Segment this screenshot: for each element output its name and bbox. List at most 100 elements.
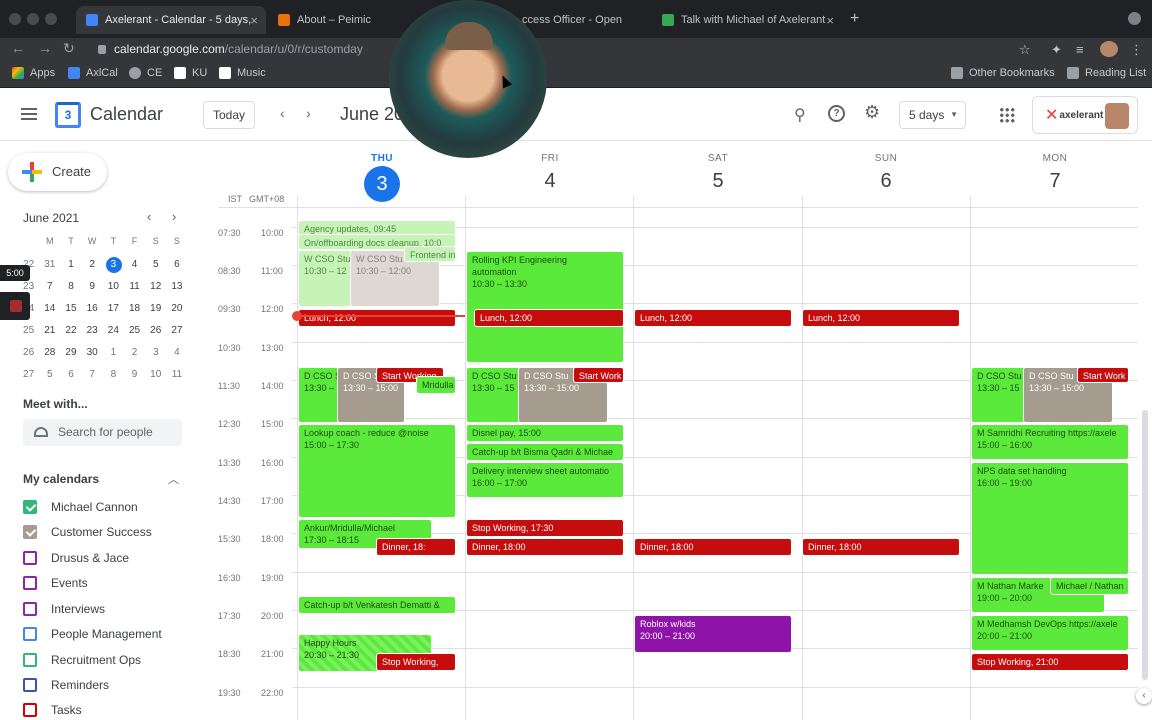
my-calendars-title[interactable]: My calendars [23,472,99,486]
event-fri-d-cso-1[interactable]: D CSO Stu 13:30 – 15 [466,367,522,423]
mini-day[interactable]: 8 [60,276,81,298]
mini-day[interactable]: 21 [39,320,60,342]
event-roblox[interactable]: Roblox w/kids 20:00 – 21:00 [634,615,792,653]
calendar-item-michael-cannon[interactable]: Michael Cannon [23,497,138,517]
event-lunch-sat[interactable]: Lunch, 12:00 [634,309,792,327]
previous-period-chevron-icon[interactable]: ‹ [280,105,285,121]
event-stop-working-fri[interactable]: Stop Working, 17:30 [466,519,624,537]
window-zoom-dot[interactable] [45,13,57,25]
day-header-sun[interactable]: SUN 6 [802,153,970,193]
mini-day[interactable]: 10 [145,364,166,386]
mini-day[interactable]: 22 [60,320,81,342]
mini-day[interactable]: 23 [82,320,103,342]
mini-day[interactable]: 5 [39,364,60,386]
mini-day[interactable]: 28 [39,342,60,364]
settings-gear-icon[interactable]: ⚙ [864,102,880,123]
mini-day[interactable]: 5 [145,254,166,276]
mini-day[interactable]: 2 [124,342,145,364]
event-d-cso-1[interactable]: D CSO S 13:30 – [298,367,342,423]
profile-avatar[interactable] [1100,41,1118,57]
mini-day[interactable]: 11 [166,364,187,386]
event-medhamsh-devops[interactable]: M Medhamsh DevOps https://axele 20:00 – 2… [971,615,1129,651]
checkbox-checked-icon[interactable] [23,525,37,539]
mini-day[interactable]: 17 [103,298,124,320]
mini-day[interactable]: 1 [103,342,124,364]
event-w-cso-1[interactable]: W CSO Stu 10:30 – 12 [298,250,352,307]
event-michael-nathan[interactable]: Michael / Nathan [1050,577,1129,595]
mini-day[interactable]: 19 [145,298,166,320]
tab-access-officer[interactable]: ccess Officer - Open [512,6,652,34]
today-button[interactable]: Today [203,101,255,129]
checkbox-unchecked-icon[interactable] [23,602,37,616]
event-samridhi-recruiting[interactable]: M Samridhi Recruiting https://axele 15:00… [971,424,1129,460]
mini-prev-month-chevron-icon[interactable]: ‹ [147,209,151,224]
event-lunch-thu[interactable]: Lunch, 12:00 [298,309,456,327]
search-icon[interactable]: ⚲ [794,105,806,125]
calendar-item-interviews[interactable]: Interviews [23,599,105,619]
grid-scrollbar[interactable] [1142,410,1148,680]
main-menu-icon[interactable] [21,108,37,120]
mini-day[interactable]: 6 [166,254,187,276]
event-rolling-kpi[interactable]: Rolling KPI Engineering automation 10:30 –… [466,251,624,363]
side-record-icon[interactable] [0,292,30,320]
checkbox-unchecked-icon[interactable] [23,678,37,692]
checkbox-unchecked-icon[interactable] [23,551,37,565]
tab-about-peimic[interactable]: About – Peimic [268,6,388,34]
event-lookup-coach[interactable]: Lookup coach - reduce @noise 15:00 – 17:3… [298,424,456,518]
view-switcher-button[interactable]: 5 days ▼ [899,101,966,129]
event-fri-start-working[interactable]: Start Work [573,367,624,383]
mini-day[interactable]: 31 [39,254,60,276]
day-header-sat[interactable]: SAT 5 [634,153,802,193]
mini-day[interactable]: 1 [60,254,81,276]
bookmark-apps[interactable]: Apps [12,67,55,79]
tab-search-icon[interactable] [1128,12,1141,25]
create-button[interactable]: Create [8,153,107,191]
mini-next-month-chevron-icon[interactable]: › [172,209,176,224]
event-disnel-pay[interactable]: Disnel pay, 15:00 [466,424,624,442]
forward-arrow-icon[interactable]: → [38,40,52,56]
address-bar[interactable]: calendar.google.com/calendar/u/0/r/custo… [88,38,1038,60]
mini-day[interactable]: 24 [103,320,124,342]
tab-calendar[interactable]: Axelerant - Calendar - 5 days, × [76,6,266,34]
event-mon-start-working[interactable]: Start Work [1077,367,1129,383]
tab-talk-with-michael[interactable]: Talk with Michael of Axelerant × [652,6,842,34]
mini-day[interactable]: 15 [60,298,81,320]
mini-day[interactable]: 4 [166,342,187,364]
bookmark-other[interactable]: Other Bookmarks [951,67,1055,79]
event-stop-working-thu[interactable]: Stop Working, [376,653,456,671]
event-mridulla[interactable]: Mridulla [416,376,456,394]
event-catchup-venkatesh[interactable]: Catch-up b/t Venkatesh Dematti & [298,596,456,614]
bookmark-star-icon[interactable]: ☆ [1019,42,1031,58]
tab-close-icon[interactable]: × [250,13,258,28]
back-arrow-icon[interactable]: ← [11,40,25,56]
mini-day[interactable]: 29 [60,342,81,364]
account-brand-badge[interactable]: ✕ axelerant [1032,96,1138,134]
mini-day-selected[interactable]: 3 [103,254,124,276]
mini-day[interactable]: 25 [124,320,145,342]
new-tab-plus-icon[interactable]: + [850,10,859,28]
reload-icon[interactable]: ↻ [63,40,75,57]
mini-day[interactable]: 13 [166,276,187,298]
calendar-item-drusus-jace[interactable]: Drusus & Jace [23,548,129,568]
help-icon[interactable]: ? [828,105,845,122]
mini-day[interactable]: 3 [145,342,166,364]
event-lunch-sun[interactable]: Lunch, 12:00 [802,309,960,327]
search-people-input[interactable]: Search for people [23,419,182,446]
event-catchup-bisma[interactable]: Catch-up b/t Bisma Qadri & Michae [466,443,624,461]
mini-day[interactable]: 7 [82,364,103,386]
calendar-item-recruitment-ops[interactable]: Recruitment Ops [23,650,141,670]
bookmark-music[interactable]: Music [219,67,266,79]
event-dinner-thu[interactable]: Dinner, 18: [376,538,456,556]
calendar-item-people-management[interactable]: People Management [23,624,162,644]
collapse-chevron-up-icon[interactable]: ︿ [168,471,179,487]
mini-day[interactable]: 11 [124,276,145,298]
bookmark-ce[interactable]: CE [129,67,162,79]
mini-day[interactable]: 30 [82,342,103,364]
event-nps-data[interactable]: NPS data set handling 16:00 – 19:00 [971,462,1129,575]
mini-day[interactable]: 4 [124,254,145,276]
mini-day[interactable]: 6 [60,364,81,386]
mini-day[interactable]: 8 [103,364,124,386]
next-period-chevron-icon[interactable]: › [306,105,311,121]
mini-day[interactable]: 2 [82,254,103,276]
calendar-item-reminders[interactable]: Reminders [23,675,109,695]
